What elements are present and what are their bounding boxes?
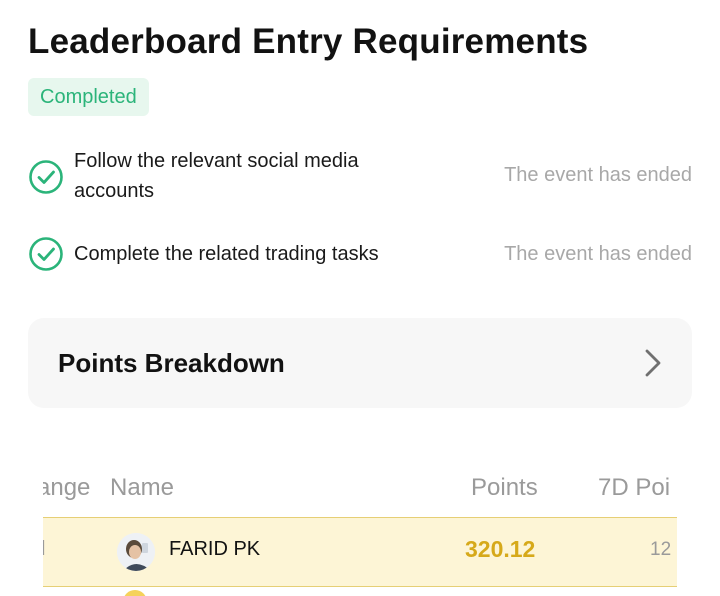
requirement-text: Follow the relevant social media account… bbox=[74, 150, 359, 202]
7d-points-cell: 12 bbox=[650, 539, 672, 560]
rank-cell: l bbox=[43, 538, 46, 560]
leaderboard-table: ange Name Points 7D Poi l FARID PK 320.1… bbox=[43, 462, 677, 596]
column-header-points: Points bbox=[471, 474, 538, 501]
column-header-name: Name bbox=[110, 474, 175, 501]
name-cell: FARID PK bbox=[169, 538, 261, 560]
points-breakdown-card[interactable]: Points Breakdown bbox=[28, 318, 692, 408]
check-circle-icon bbox=[29, 237, 63, 271]
requirement-status: The event has ended bbox=[504, 164, 692, 186]
column-header-7d-points: 7D Poi bbox=[598, 474, 671, 501]
chevron-right-icon bbox=[645, 349, 661, 377]
requirement-item: Follow the relevant social media account… bbox=[28, 146, 692, 206]
points-cell: 320.12 bbox=[465, 536, 536, 562]
column-header-rank-change: ange bbox=[43, 474, 91, 501]
page-title: Leaderboard Entry Requirements bbox=[28, 22, 589, 61]
avatar bbox=[123, 590, 147, 596]
requirement-text: Complete the related trading tasks bbox=[74, 243, 379, 265]
requirement-status: The event has ended bbox=[504, 243, 692, 265]
table-header: ange Name Points 7D Poi bbox=[43, 474, 677, 504]
requirement-item: Complete the related trading tasks The e… bbox=[28, 237, 692, 272]
avatar bbox=[117, 533, 155, 571]
status-badge: Completed bbox=[28, 78, 149, 116]
table-row[interactable]: l FARID PK 320.12 12 bbox=[43, 517, 677, 587]
check-circle-icon bbox=[29, 160, 63, 194]
points-breakdown-label: Points Breakdown bbox=[58, 347, 285, 378]
